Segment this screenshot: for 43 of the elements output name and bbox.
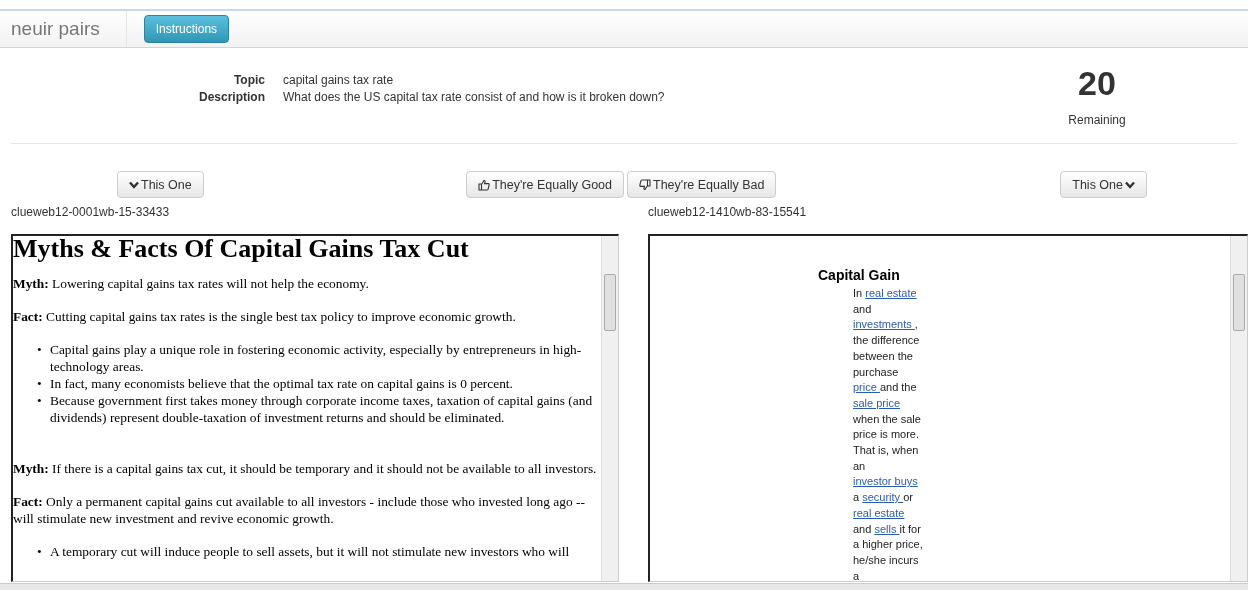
text-link[interactable]: investor buys (853, 475, 918, 488)
bullet-item: In fact, many economists believe that the optimal tax rate on capital gains is 0 percent. (50, 375, 513, 392)
choice-button[interactable]: This One (1060, 171, 1147, 198)
text-link[interactable]: investments (853, 318, 915, 331)
text-link[interactable]: sale price (853, 396, 901, 409)
remaining-count: 20 (1078, 63, 1116, 103)
article-paragraph: Fact: Only a permanent capital gains cut available to all investors - include those who invested long ago -- will stimulate new investment and revive economic growth. (13, 493, 586, 527)
scrollbar[interactable] (601, 236, 618, 581)
brand-title[interactable]: neuir pairs (0, 11, 127, 47)
chevron-down-icon (1125, 180, 1135, 189)
definition-text: In real estate and investments , the difference between the purchase price and the sale price when the sale price is more. That is, when an investor buys a security or real estate and sells it for a higher price, he/she incurs a (853, 286, 923, 581)
field-value: capital gains tax rate (283, 73, 395, 87)
field-value: What does the US capital tax rate consist of and how is it broken down? (283, 90, 665, 104)
bullet-marker: • (37, 543, 43, 560)
bullet-marker: • (37, 392, 43, 410)
bullet-marker: • (37, 341, 43, 359)
choice-button[interactable]: They're Equally Bad (627, 171, 777, 198)
bullet-item: Capital gains play a unique role in fostering economic activity, especially by entrepreneurs in high-technology areas. (50, 341, 583, 375)
definition-heading: Capital Gain (818, 267, 900, 284)
document-id: clueweb12-0001wb-15-33433 (11, 205, 171, 219)
text-link[interactable]: sells (874, 522, 900, 535)
article-paragraph: Myth: Lowering capital gains tax rates will not help the economy. (13, 275, 370, 292)
remaining-label: Remaining (1068, 113, 1126, 127)
article-paragraph: Fact: Cutting capital gains tax rates is the single best tax policy to improve economic growth. (13, 308, 517, 325)
field-label: Topic (232, 73, 265, 87)
thumbs-up-icon (478, 178, 491, 191)
chevron-down-icon (129, 180, 139, 189)
choice-button[interactable]: They're Equally Good (466, 171, 624, 198)
text-link[interactable]: real estate (865, 287, 917, 299)
bullet-item: A temporary cut will induce people to sell assets, but it will not stimulate new investors who will (50, 543, 570, 560)
article-paragraph: Myth: If there is a capital gains tax cut, it should be temporary and it should not be available to all investors. (13, 460, 598, 477)
bullet-marker: • (37, 375, 43, 392)
article-title: Myths & Facts Of Capital Gains Tax Cut (13, 236, 470, 262)
document-id: clueweb12-1410wb-83-15541 (648, 205, 808, 219)
text-link[interactable]: price (853, 381, 880, 394)
field-label: Description (198, 90, 265, 104)
thumbs-down-icon (639, 178, 651, 191)
scrollbar[interactable] (0, 583, 1248, 590)
text-link[interactable]: security (862, 491, 904, 504)
scrollbar[interactable] (1230, 236, 1247, 581)
bullet-item: Because government first takes money through corporate income taxes, taxation of capital gains (and dividends) represent double-taxation of investment returns and should be eliminated. (50, 392, 594, 426)
choice-button[interactable]: This One (117, 171, 204, 198)
text-link[interactable]: real estate (853, 506, 905, 519)
